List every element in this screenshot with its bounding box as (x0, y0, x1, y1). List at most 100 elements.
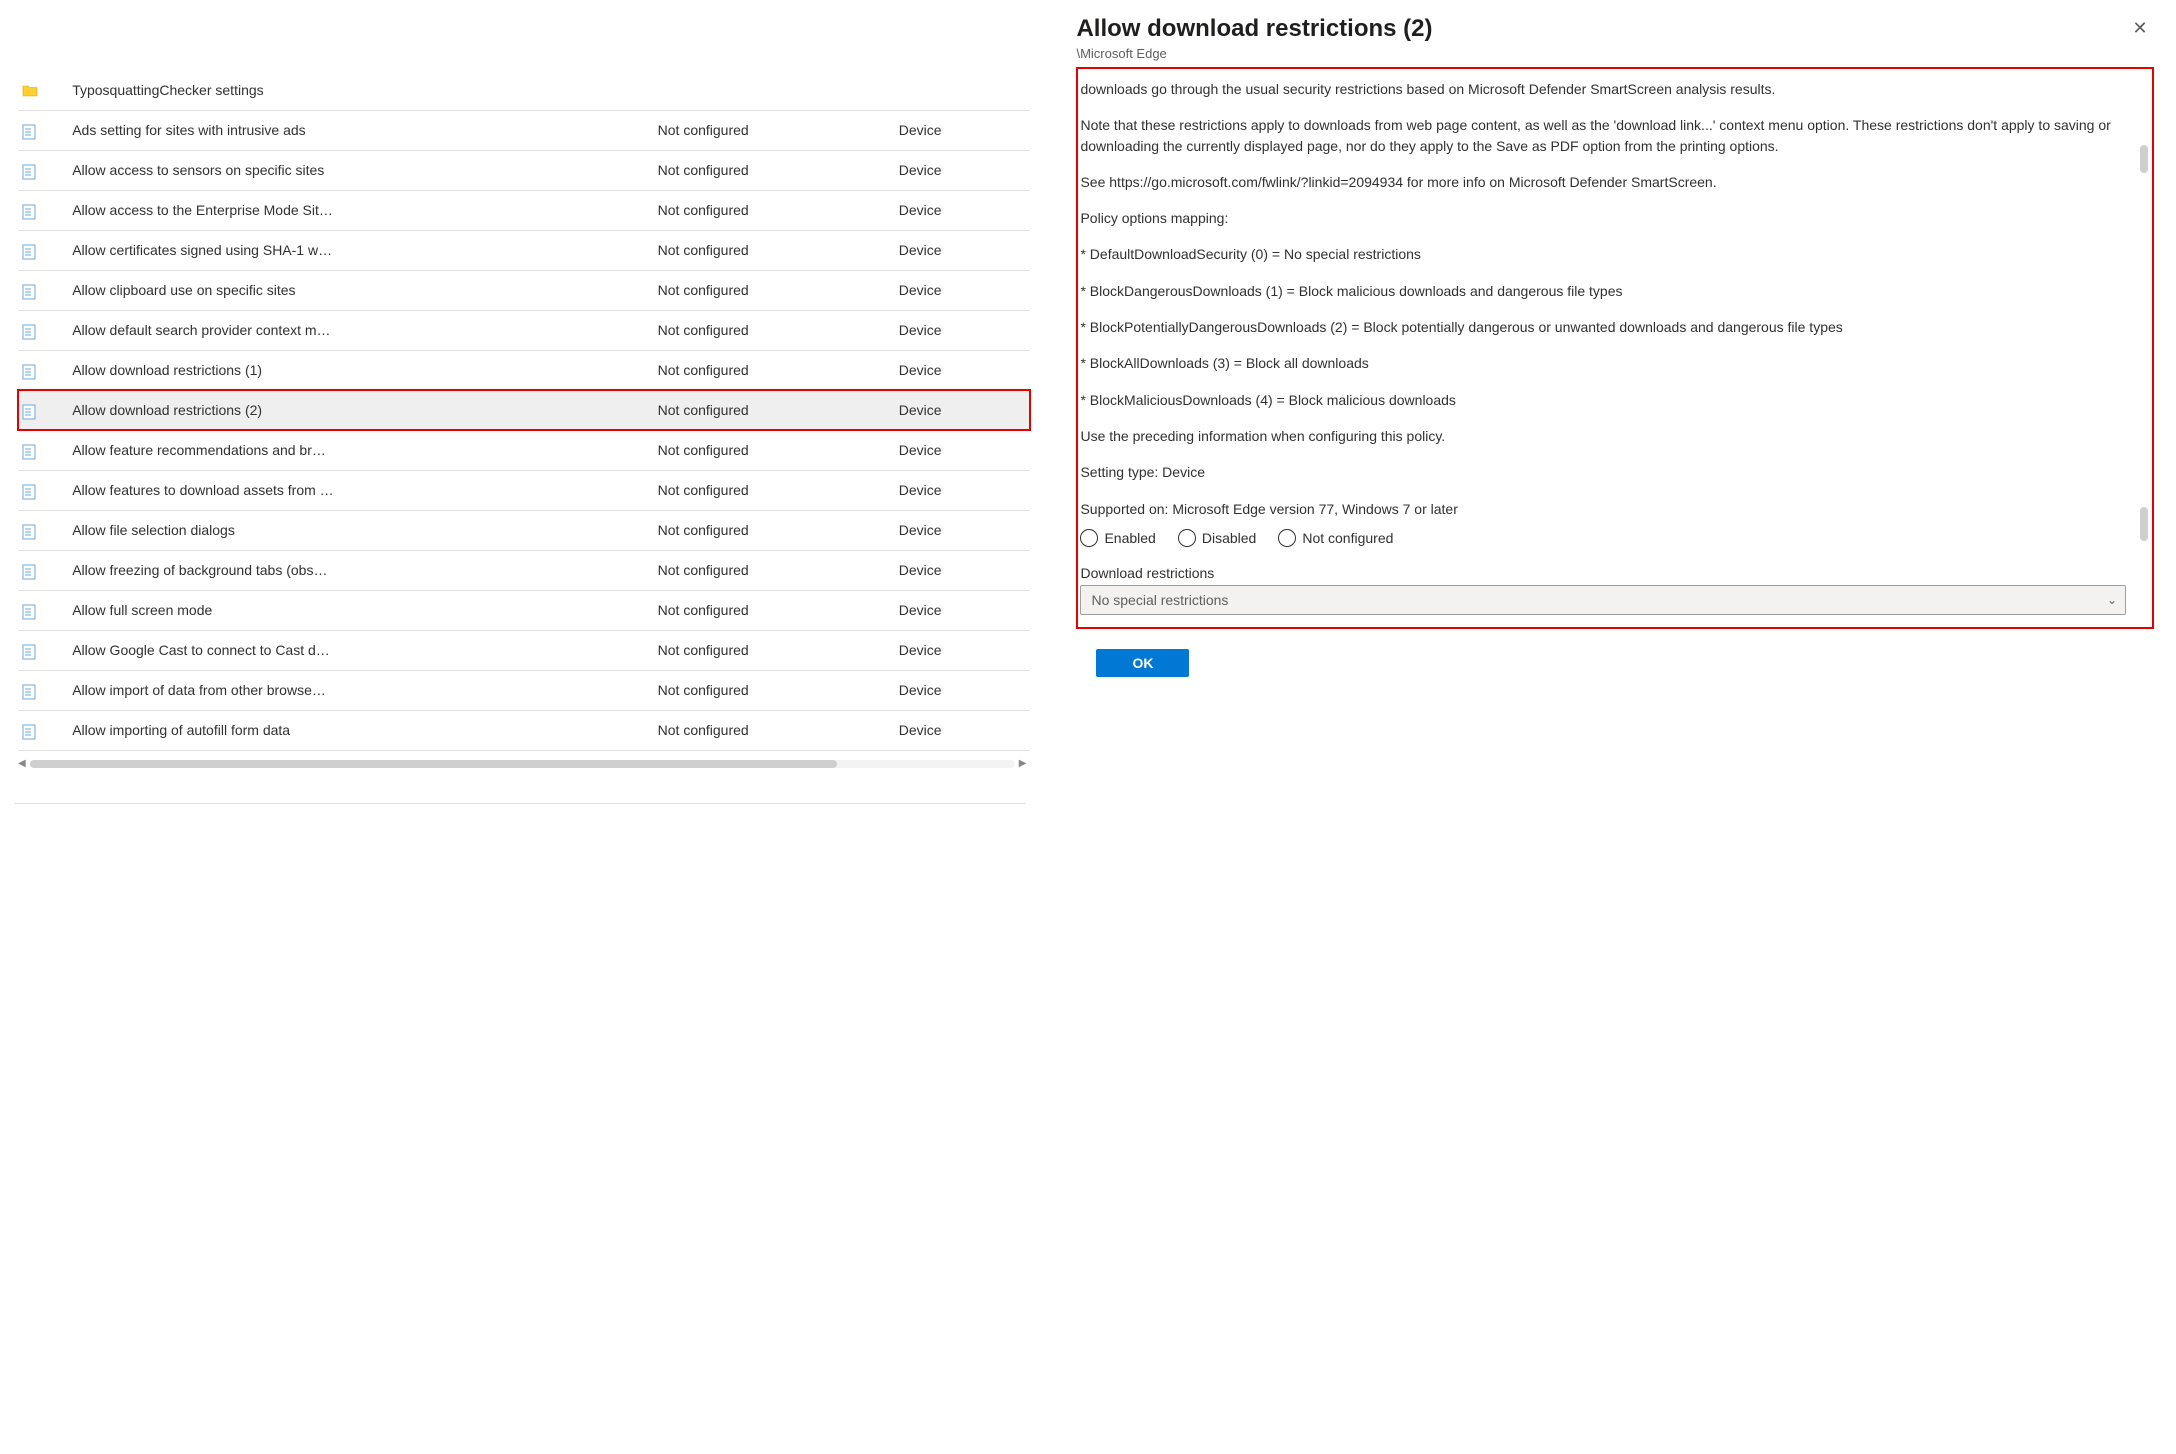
radio-icon (1278, 529, 1296, 547)
scroll-thumb[interactable] (30, 760, 838, 768)
setting-name: Allow access to sensors on specific site… (66, 150, 651, 190)
setting-state: Not configured (652, 630, 893, 670)
setting-name: Allow features to download assets from … (66, 470, 651, 510)
setting-file-icon (22, 684, 38, 698)
setting-file-icon (22, 324, 38, 338)
setting-file-icon (22, 724, 38, 738)
table-row-selected[interactable]: Allow download restrictions (2)Not confi… (18, 390, 1030, 430)
setting-scope: Device (893, 310, 1031, 350)
setting-state: Not configured (652, 590, 893, 630)
scroll-track[interactable] (30, 760, 1015, 768)
radio-option-enabled[interactable]: Enabled (1080, 529, 1155, 547)
setting-scope: Device (893, 110, 1031, 150)
setting-state: Not configured (652, 510, 893, 550)
setting-scope: Device (893, 470, 1031, 510)
setting-scope: Device (893, 430, 1031, 470)
table-row[interactable]: Allow Google Cast to connect to Cast d…N… (18, 630, 1030, 670)
state-radio-group: Enabled Disabled Not configured (1080, 529, 2126, 547)
setting-name: Ads setting for sites with intrusive ads (66, 110, 651, 150)
settings-table: TyposquattingChecker settingsAds setting… (18, 70, 1030, 751)
table-row[interactable]: Allow import of data from other browse…N… (18, 670, 1030, 710)
table-row[interactable]: Allow features to download assets from …… (18, 470, 1030, 510)
vertical-scroll-indicator[interactable] (2140, 145, 2148, 173)
divider (14, 803, 1026, 804)
table-row[interactable]: Allow access to sensors on specific site… (18, 150, 1030, 190)
setting-file-icon (22, 524, 38, 538)
ok-button[interactable]: OK (1096, 649, 1189, 677)
setting-state: Not configured (652, 350, 893, 390)
setting-name: Allow importing of autofill form data (66, 710, 651, 750)
setting-name: TyposquattingChecker settings (66, 70, 651, 110)
table-row[interactable]: Allow file selection dialogsNot configur… (18, 510, 1030, 550)
description-paragraph: downloads go through the usual security … (1080, 79, 2126, 99)
setting-scope: Device (893, 230, 1031, 270)
table-row[interactable]: TyposquattingChecker settings (18, 70, 1030, 110)
setting-file-icon (22, 644, 38, 658)
setting-name: Allow download restrictions (1) (66, 350, 651, 390)
setting-file-icon (22, 564, 38, 578)
setting-name: Allow full screen mode (66, 590, 651, 630)
setting-scope: Device (893, 190, 1031, 230)
setting-state: Not configured (652, 550, 893, 590)
setting-file-icon (22, 124, 38, 138)
setting-scope: Device (893, 630, 1031, 670)
setting-state: Not configured (652, 430, 893, 470)
setting-file-icon (22, 244, 38, 258)
table-row[interactable]: Allow full screen modeNot configuredDevi… (18, 590, 1030, 630)
dropdown-value: No special restrictions (1091, 592, 1228, 608)
scroll-right-icon[interactable]: ▶ (1019, 758, 1027, 769)
description-paragraph: Policy options mapping: (1080, 208, 2126, 228)
setting-file-icon (22, 204, 38, 218)
setting-state: Not configured (652, 470, 893, 510)
setting-state (652, 70, 893, 110)
table-row[interactable]: Allow feature recommendations and br…Not… (18, 430, 1030, 470)
setting-file-icon (22, 444, 38, 458)
description-text: downloads go through the usual security … (1080, 79, 2126, 519)
folder-icon (22, 84, 38, 98)
radio-icon (1080, 529, 1098, 547)
scroll-left-icon[interactable]: ◀ (18, 758, 26, 769)
close-button[interactable]: ✕ (2126, 14, 2154, 42)
setting-scope: Device (893, 510, 1031, 550)
setting-name: Allow file selection dialogs (66, 510, 651, 550)
description-paragraph: * BlockAllDownloads (3) = Block all down… (1080, 353, 2126, 373)
table-row[interactable]: Allow download restrictions (1)Not confi… (18, 350, 1030, 390)
horizontal-scrollbar[interactable]: ◀ ▶ (18, 755, 1026, 773)
setting-scope: Device (893, 270, 1031, 310)
description-paragraph: Note that these restrictions apply to do… (1080, 115, 2126, 156)
setting-file-icon (22, 604, 38, 618)
setting-state: Not configured (652, 110, 893, 150)
table-row[interactable]: Allow importing of autofill form dataNot… (18, 710, 1030, 750)
setting-state: Not configured (652, 150, 893, 190)
description-paragraph: * BlockMaliciousDownloads (4) = Block ma… (1080, 390, 2126, 410)
description-box: downloads go through the usual security … (1076, 67, 2154, 629)
setting-state: Not configured (652, 670, 893, 710)
setting-name: Allow download restrictions (2) (66, 390, 651, 430)
setting-state: Not configured (652, 390, 893, 430)
setting-state: Not configured (652, 270, 893, 310)
description-paragraph: Supported on: Microsoft Edge version 77,… (1080, 499, 2126, 519)
download-restrictions-dropdown[interactable]: No special restrictions ⌄ (1080, 585, 2126, 615)
setting-scope: Device (893, 670, 1031, 710)
table-row[interactable]: Allow access to the Enterprise Mode Sit…… (18, 190, 1030, 230)
detail-path: \Microsoft Edge (1076, 46, 2126, 61)
radio-label: Disabled (1202, 530, 1256, 546)
setting-name: Allow certificates signed using SHA-1 w… (66, 230, 651, 270)
table-row[interactable]: Allow default search provider context m…… (18, 310, 1030, 350)
settings-list-panel: TyposquattingChecker settingsAds setting… (0, 0, 1044, 1454)
table-row[interactable]: Allow clipboard use on specific sitesNot… (18, 270, 1030, 310)
setting-file-icon (22, 284, 38, 298)
table-row[interactable]: Allow certificates signed using SHA-1 w…… (18, 230, 1030, 270)
setting-name: Allow clipboard use on specific sites (66, 270, 651, 310)
radio-option-not-configured[interactable]: Not configured (1278, 529, 1393, 547)
setting-scope (893, 70, 1031, 110)
setting-state: Not configured (652, 190, 893, 230)
setting-scope: Device (893, 590, 1031, 630)
description-paragraph: * BlockDangerousDownloads (1) = Block ma… (1080, 281, 2126, 301)
table-row[interactable]: Ads setting for sites with intrusive ads… (18, 110, 1030, 150)
table-row[interactable]: Allow freezing of background tabs (obs…N… (18, 550, 1030, 590)
radio-option-disabled[interactable]: Disabled (1178, 529, 1256, 547)
radio-label: Not configured (1302, 530, 1393, 546)
vertical-scroll-indicator[interactable] (2140, 507, 2148, 541)
detail-panel: Allow download restrictions (2) \Microso… (1044, 0, 2176, 1454)
